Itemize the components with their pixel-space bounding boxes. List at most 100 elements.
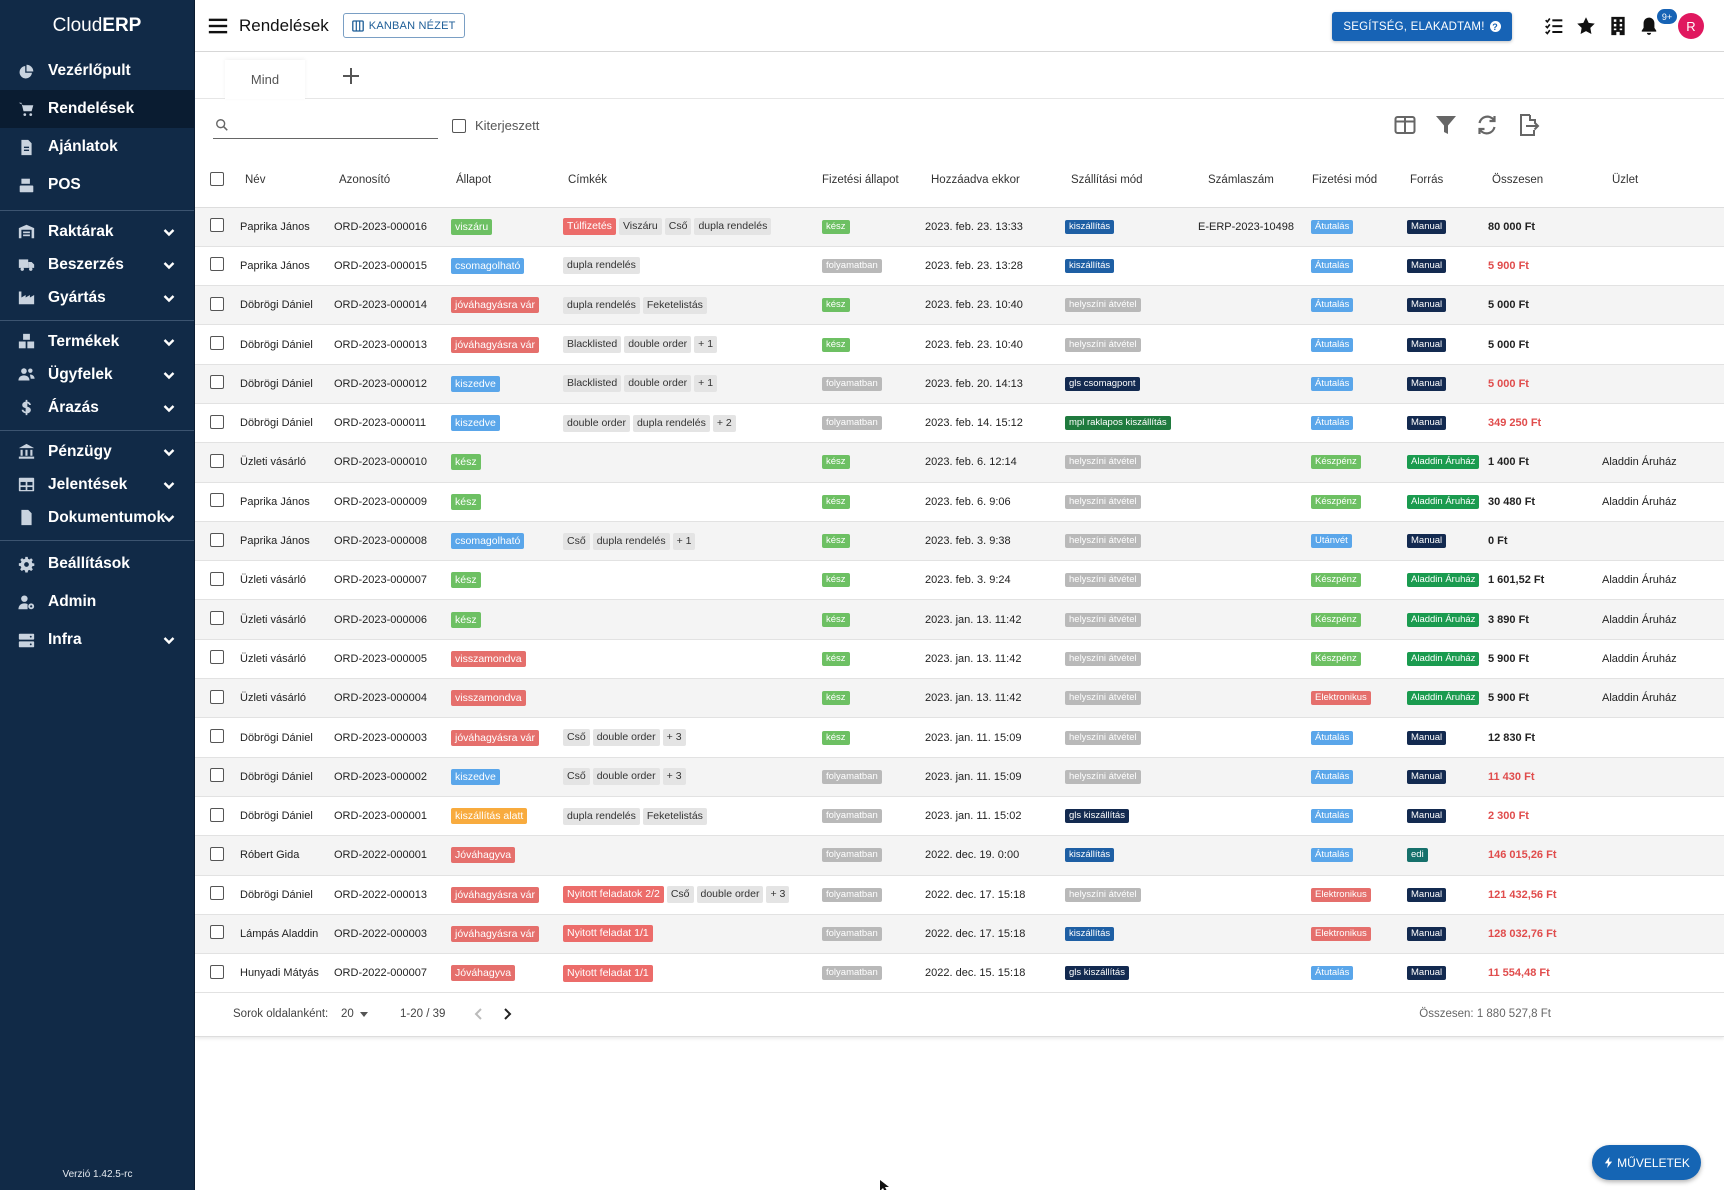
table-row[interactable]: Paprika János ORD-2023-000016 viszáru Túlfi… xyxy=(195,207,1724,247)
column-header[interactable]: Név xyxy=(239,154,333,208)
row-checkbox[interactable] xyxy=(210,453,224,468)
user-avatar[interactable]: R xyxy=(1678,13,1704,39)
row-checkbox[interactable] xyxy=(210,768,224,783)
order-id[interactable]: ORD-2023-000007 xyxy=(333,560,450,601)
order-id[interactable]: ORD-2023-000011 xyxy=(333,403,450,444)
table-row[interactable]: Döbrögi Dániel ORD-2023-000012 kiszedve Bla… xyxy=(195,364,1724,404)
order-id[interactable]: ORD-2023-000016 xyxy=(333,207,450,247)
column-header[interactable]: Forrás xyxy=(1404,154,1486,208)
sidebar-item-jelentesek[interactable]: Jelentések xyxy=(0,468,194,501)
filter-button[interactable] xyxy=(1432,111,1460,139)
column-header[interactable]: Fizetési állapot xyxy=(820,154,925,208)
row-checkbox[interactable] xyxy=(210,925,224,940)
tab-all[interactable]: Mind xyxy=(225,60,305,99)
tag-chip[interactable]: Cső xyxy=(666,886,694,904)
tag-chip[interactable]: + 2 xyxy=(712,414,736,432)
tag-chip[interactable]: + 3 xyxy=(662,729,686,746)
row-checkbox[interactable] xyxy=(210,571,224,586)
sidebar-item-gyartas[interactable]: Gyártás xyxy=(0,281,194,314)
favorites-button[interactable] xyxy=(1575,15,1597,37)
invoice-number[interactable] xyxy=(1194,639,1308,680)
order-id[interactable]: ORD-2023-000015 xyxy=(333,246,450,287)
tag-chip[interactable]: Nyitott feladatok 2/2 xyxy=(563,886,664,904)
tag-chip[interactable]: Blacklisted xyxy=(563,336,622,354)
tasks-button[interactable] xyxy=(1543,15,1565,37)
invoice-number[interactable] xyxy=(1194,364,1308,404)
invoice-number[interactable] xyxy=(1194,442,1308,483)
table-row[interactable]: Döbrögi Dániel ORD-2023-000011 kiszedve dou… xyxy=(195,403,1724,444)
column-header[interactable]: Azonosító xyxy=(333,154,450,208)
order-id[interactable]: ORD-2023-000005 xyxy=(333,639,450,680)
order-id[interactable]: ORD-2023-000009 xyxy=(333,482,450,522)
tag-chip[interactable]: double order xyxy=(592,768,660,786)
column-header[interactable]: Állapot xyxy=(450,154,562,208)
row-checkbox[interactable] xyxy=(210,689,224,704)
row-checkbox[interactable] xyxy=(210,846,224,861)
invoice-number[interactable] xyxy=(1194,285,1308,326)
column-header[interactable]: Hozzáadva ekkor xyxy=(925,154,1065,208)
sidebar-item-admin[interactable]: Admin xyxy=(0,583,194,621)
invoice-number[interactable] xyxy=(1194,521,1308,562)
tag-chip[interactable]: Feketelistás xyxy=(642,296,707,314)
sidebar-item-pos[interactable]: POS xyxy=(0,166,194,204)
tag-chip[interactable]: double order xyxy=(563,414,630,432)
order-id[interactable]: ORD-2022-000003 xyxy=(333,914,450,955)
row-checkbox[interactable] xyxy=(210,611,224,626)
row-checkbox[interactable] xyxy=(210,964,224,979)
tag-chip[interactable]: Cső xyxy=(664,218,692,236)
invoice-number[interactable] xyxy=(1194,914,1308,955)
sidebar-item-dokumentumok[interactable]: Dokumentumok xyxy=(0,501,194,534)
invoice-number[interactable] xyxy=(1194,324,1308,365)
sidebar-item-raktarak[interactable]: Raktárak xyxy=(0,215,194,248)
order-id[interactable]: ORD-2022-000007 xyxy=(333,953,450,994)
tag-chip[interactable]: + 1 xyxy=(672,532,696,550)
column-header[interactable]: Fizetési mód xyxy=(1308,154,1404,208)
tag-chip[interactable]: Cső xyxy=(563,532,590,550)
column-header[interactable]: Szállítási mód xyxy=(1065,154,1194,208)
tag-chip[interactable]: dupla rendelés xyxy=(563,296,640,314)
sidebar-item-arazas[interactable]: Árazás xyxy=(0,391,194,424)
invoice-number[interactable] xyxy=(1194,835,1308,876)
tag-chip[interactable]: dupla rendelés xyxy=(563,257,640,275)
row-checkbox[interactable] xyxy=(210,650,224,665)
tag-chip[interactable]: + 3 xyxy=(662,768,686,786)
row-checkbox[interactable] xyxy=(210,414,224,429)
table-row[interactable]: Üzleti vásárló ORD-2023-000005 visszamondv… xyxy=(195,639,1724,680)
order-id[interactable]: ORD-2023-000012 xyxy=(333,364,450,404)
order-id[interactable]: ORD-2023-000013 xyxy=(333,324,450,365)
add-view-button[interactable] xyxy=(339,64,363,88)
table-row[interactable]: Paprika János ORD-2023-000009 kész kész 2023… xyxy=(195,482,1724,522)
row-checkbox[interactable] xyxy=(210,218,224,233)
company-button[interactable] xyxy=(1607,15,1629,37)
sidebar-item-termekek[interactable]: Termékek xyxy=(0,325,194,358)
sidebar-item-rendelesek[interactable]: Rendelések xyxy=(0,90,194,128)
order-id[interactable]: ORD-2023-000014 xyxy=(333,285,450,326)
order-id[interactable]: ORD-2023-000006 xyxy=(333,599,450,640)
column-header[interactable]: Címkék xyxy=(562,154,820,208)
actions-button[interactable]: MŰVELETEK xyxy=(1592,1145,1701,1180)
tag-chip[interactable]: dupla rendelés xyxy=(632,414,710,432)
next-page-button[interactable] xyxy=(498,1005,516,1023)
table-row[interactable]: Paprika János ORD-2023-000008 csomagolható… xyxy=(195,521,1724,562)
invoice-number[interactable] xyxy=(1194,796,1308,837)
invoice-number[interactable]: E-ERP-2023-10498 xyxy=(1194,207,1308,247)
tag-chip[interactable]: Cső xyxy=(563,768,590,786)
expanded-checkbox[interactable] xyxy=(452,118,466,133)
tag-chip[interactable]: + 1 xyxy=(694,375,718,393)
tag-chip[interactable]: double order xyxy=(624,375,692,393)
sidebar-item-vezerlopult[interactable]: Vezérlőpult xyxy=(0,52,194,90)
sidebar-item-infra[interactable]: Infra xyxy=(0,621,194,659)
order-id[interactable]: ORD-2023-000002 xyxy=(333,757,450,797)
row-checkbox[interactable] xyxy=(210,375,224,390)
table-row[interactable]: Róbert Gida ORD-2022-000001 Jóváhagyva foly… xyxy=(195,835,1724,876)
table-row[interactable]: Hunyadi Mátyás ORD-2022-000007 Jóváhagyva N… xyxy=(195,953,1724,994)
order-id[interactable]: ORD-2023-000004 xyxy=(333,678,450,719)
previous-page-button[interactable] xyxy=(470,1005,488,1023)
tag-chip[interactable]: dupla rendelés xyxy=(592,532,670,550)
tag-chip[interactable]: Cső xyxy=(563,729,590,746)
refresh-button[interactable] xyxy=(1473,111,1501,139)
kanban-view-button[interactable]: KANBAN NÉZET xyxy=(342,13,465,38)
table-row[interactable]: Üzleti vásárló ORD-2023-000007 kész kész 202… xyxy=(195,560,1724,601)
row-checkbox[interactable] xyxy=(210,729,224,743)
sidebar-item-penzugy[interactable]: Pénzügy xyxy=(0,435,194,468)
